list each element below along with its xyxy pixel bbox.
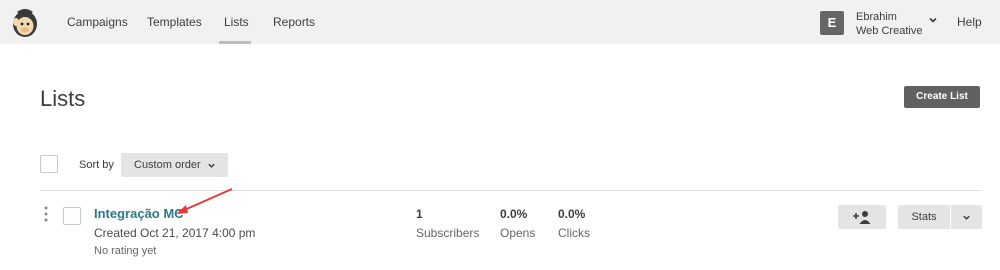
- nav-reports[interactable]: Reports: [273, 15, 315, 29]
- nav-templates[interactable]: Templates: [147, 15, 202, 29]
- nav-campaigns[interactable]: Campaigns: [67, 15, 128, 29]
- chevron-down-icon: [208, 163, 215, 168]
- account-name: Ebrahim: [856, 11, 897, 23]
- stats-menu-button[interactable]: [951, 205, 982, 229]
- sort-dropdown-value: Custom order: [134, 159, 201, 171]
- clicks-stat: 0.0% Clicks: [558, 207, 590, 240]
- chevron-down-icon: [963, 215, 970, 220]
- subscribers-label: Subscribers: [416, 226, 480, 240]
- select-all-checkbox[interactable]: [40, 155, 58, 173]
- chevron-down-icon[interactable]: [928, 15, 938, 25]
- mailchimp-logo-icon[interactable]: [9, 7, 41, 39]
- subscribers-count: 1: [416, 207, 423, 221]
- clicks-label: Clicks: [558, 226, 590, 240]
- top-navigation: Campaigns Templates Lists Reports E Ebra…: [0, 0, 1000, 44]
- annotation-arrow-icon: [176, 188, 233, 214]
- add-person-icon: [853, 211, 871, 224]
- add-subscriber-button[interactable]: [838, 205, 886, 229]
- stats-button[interactable]: Stats: [898, 205, 950, 229]
- list-created-date: Created Oct 21, 2017 4:00 pm: [94, 226, 256, 240]
- drag-handle-icon[interactable]: [44, 206, 48, 222]
- account-organization: Web Creative: [856, 25, 923, 37]
- opens-rate: 0.0%: [500, 207, 528, 221]
- clicks-rate: 0.0%: [558, 207, 586, 221]
- create-list-button[interactable]: Create List: [904, 86, 980, 108]
- sort-dropdown[interactable]: Custom order: [121, 153, 228, 177]
- help-link[interactable]: Help: [957, 15, 982, 29]
- page-title: Lists: [40, 86, 86, 111]
- opens-label: Opens: [500, 226, 536, 240]
- sort-by-label: Sort by: [79, 159, 114, 171]
- active-nav-indicator: [219, 41, 251, 44]
- list-checkbox[interactable]: [63, 207, 81, 225]
- opens-stat: 0.0% Opens: [500, 207, 535, 240]
- nav-lists[interactable]: Lists: [224, 15, 249, 29]
- account-menu[interactable]: E Ebrahim Web Creative: [820, 8, 940, 38]
- list-rating: No rating yet: [94, 245, 157, 257]
- subscribers-stat: 1 Subscribers: [416, 207, 479, 240]
- avatar: E: [820, 11, 844, 35]
